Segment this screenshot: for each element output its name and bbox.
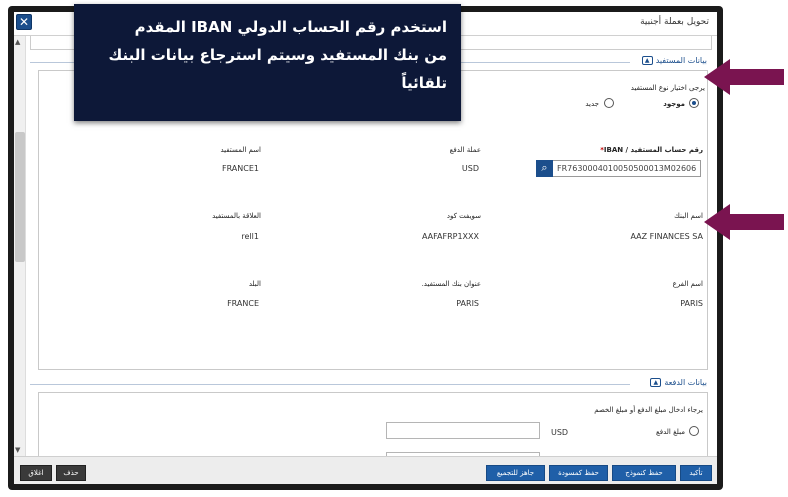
instruction-callout: استخدم رقم الحساب الدولي IBAN المقدم من … (74, 4, 461, 121)
footer-toolbar: تأكيد حفظ كنموذج حفظ كمسودة جاهز للتجميع… (14, 456, 717, 484)
relationship-label: العلاقة بالمستفيد (212, 212, 261, 220)
radio-existing-label: موجود (663, 100, 685, 108)
beneficiary-name-value: FRANCE1 (221, 164, 259, 173)
payment-currency-value: USD (461, 164, 479, 173)
scroll-thumb[interactable] (15, 132, 25, 262)
vertical-scrollbar[interactable]: ▲ ▼ (14, 36, 26, 456)
radio-payment-amount[interactable] (689, 426, 699, 436)
bank-address-value: PARIS (456, 299, 479, 308)
payment-panel (38, 392, 708, 456)
collapse-icon[interactable]: ▲ (650, 378, 662, 387)
beneficiary-type-prompt: يرجى اختيار نوع المستفيد (630, 84, 705, 92)
bank-name-label: اسم البنك (674, 212, 703, 220)
section-divider (30, 384, 630, 385)
arrow-left-icon (704, 204, 784, 240)
beneficiary-section-title: بيانات المستفيد (655, 56, 707, 65)
bank-name-value: AAZ FINANCES SA (630, 232, 703, 241)
iban-input[interactable]: FR7630004010050500013M02606 (536, 160, 701, 177)
branch-value: PARIS (680, 299, 703, 308)
payment-amount-label: مبلغ الدفع (656, 428, 685, 436)
iban-label: رقم حساب المستفيد / IBAN* (600, 146, 703, 154)
payment-section-header[interactable]: بيانات الدفعة▲ (650, 378, 707, 387)
collapse-icon[interactable]: ▲ (641, 56, 653, 65)
scroll-up-icon[interactable]: ▲ (15, 38, 20, 46)
radio-new[interactable] (604, 98, 614, 108)
save-template-button[interactable]: حفظ كنموذج (612, 465, 676, 481)
radio-new-label: جديد (585, 100, 599, 108)
scroll-down-icon[interactable]: ▼ (15, 446, 20, 454)
delete-button[interactable]: حذف (56, 465, 86, 481)
arrow-left-icon (704, 59, 784, 95)
radio-existing[interactable] (689, 98, 699, 108)
close-icon[interactable]: ✕ (16, 14, 32, 30)
branch-label: اسم الفرع (672, 280, 703, 288)
callout-line-2: من بنك المستفيد وسيتم استرجاع بيانات الب… (108, 46, 447, 92)
payment-amount-input[interactable] (386, 422, 540, 439)
swift-label: سويفت كود (446, 212, 481, 220)
payment-currency-label: عملة الدفع (449, 146, 481, 154)
dialog-title: تحويل بعملة أجنبية (640, 17, 709, 27)
country-label: البلد (248, 280, 261, 288)
swift-value: AAFAFRP1XXX (421, 232, 479, 241)
callout-line-1: استخدم رقم الحساب الدولي IBAN المقدم (134, 18, 447, 36)
payment-section-title: بيانات الدفعة (664, 378, 707, 387)
payment-prompt: يرجاء ادخال مبلغ الدفع أو مبلغ الخصم (594, 406, 703, 414)
close-button[interactable]: اغلاق (20, 465, 52, 481)
beneficiary-name-label: اسم المستفيد (220, 146, 261, 154)
ready-for-batch-button[interactable]: جاهز للتجميع (486, 465, 545, 481)
payment-currency: USD (551, 428, 569, 437)
bank-address-label: عنوان بنك المستفيد. (421, 280, 481, 288)
confirm-button[interactable]: تأكيد (680, 465, 712, 481)
search-icon[interactable]: ⌕ (536, 160, 553, 177)
country-value: FRANCE (227, 299, 259, 308)
relationship-value: rell1 (241, 232, 259, 241)
save-draft-button[interactable]: حفظ كمسودة (549, 465, 608, 481)
beneficiary-section-header[interactable]: بيانات المستفيد▲ (641, 56, 707, 65)
